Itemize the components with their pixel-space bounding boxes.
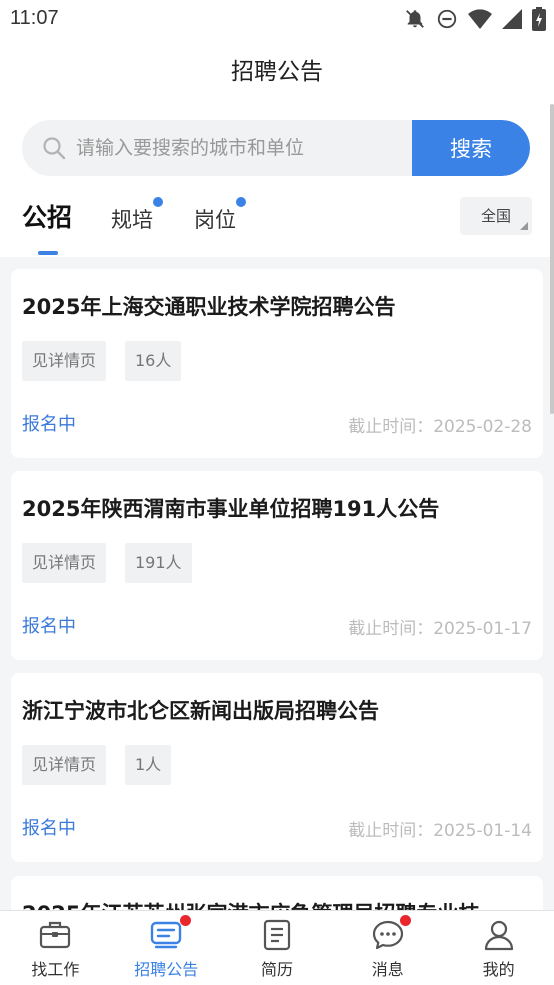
announcement-icon [150,919,182,953]
signal-icon [502,8,522,30]
active-tab-indicator [38,251,58,255]
region-filter-value: 全国 [480,207,511,225]
info-tag: 见详情页 [22,543,107,583]
region-filter[interactable]: 全国 [460,197,532,235]
resume-icon [261,919,293,955]
search-bar: 搜索 [22,120,530,176]
nav-label: 我的 [482,960,515,979]
registration-status: 报名中 [22,414,76,435]
nav-find-job[interactable]: 找工作 [0,911,111,985]
headcount-tag: 1人 [125,745,172,785]
message-icon [371,919,405,955]
headcount-tag: 191人 [125,543,192,583]
user-icon [483,919,515,955]
deadline: 截止时间：2025-01-17 [348,619,532,639]
registration-status: 报名中 [22,616,76,637]
announcement-card[interactable]: 2025年上海交通职业技术学院招聘公告 见详情页 16人 报名中 截止时间：20… [11,269,543,458]
registration-status: 报名中 [22,818,76,839]
wifi-icon [468,8,492,30]
nav-label: 消息 [371,960,404,979]
nav-label: 找工作 [31,960,80,979]
briefcase-icon [39,919,71,953]
announcement-title: 2025年陕西渭南市事业单位招聘191人公告 [22,497,440,521]
do-not-disturb-icon [436,8,458,30]
nav-badge [400,915,412,926]
status-bar: 11:07 [0,0,554,40]
announcement-title: 浙江宁波市北仑区新闻出版局招聘公告 [22,699,379,723]
tab-public-recruitment[interactable]: 公招 [22,198,72,234]
status-time: 11:07 [10,7,59,29]
notifications-off-icon [404,8,426,30]
announcement-card[interactable]: 浙江宁波市北仑区新闻出版局招聘公告 见详情页 1人 报名中 截止时间：2025-… [11,673,543,862]
headcount-tag: 16人 [125,341,182,381]
announcement-card[interactable]: 2025年陕西渭南市事业单位招聘191人公告 见详情页 191人 报名中 截止时… [11,471,543,660]
info-tag: 见详情页 [22,745,107,785]
search-input[interactable] [76,120,412,176]
tab-positions[interactable]: 岗位 [194,204,236,234]
bottom-navigation: 找工作 招聘公告 简历 消息 我的 [0,910,554,985]
dropdown-corner-icon [520,222,528,230]
nav-messages[interactable]: 消息 [332,911,443,985]
announcement-title: 2025年上海交通职业技术学院招聘公告 [22,295,396,319]
tab-new-dot [236,197,246,207]
deadline: 截止时间：2025-01-14 [348,821,532,841]
nav-announcements[interactable]: 招聘公告 [111,911,222,985]
nav-profile[interactable]: 我的 [443,911,554,985]
page-title: 招聘公告 [231,59,323,85]
scrollbar[interactable] [550,104,554,414]
tab-standardized-training[interactable]: 规培 [111,204,153,234]
status-icons [404,6,546,32]
info-tag: 见详情页 [22,341,107,381]
search-button[interactable]: 搜索 [412,120,530,176]
nav-label: 招聘公告 [134,960,199,979]
nav-badge [179,915,191,926]
battery-charging-icon [532,7,546,31]
search-icon [42,136,66,164]
deadline: 截止时间：2025-02-28 [348,417,532,437]
tab-new-dot [153,197,163,207]
nav-resume[interactable]: 简历 [222,911,333,985]
nav-label: 简历 [260,960,293,979]
